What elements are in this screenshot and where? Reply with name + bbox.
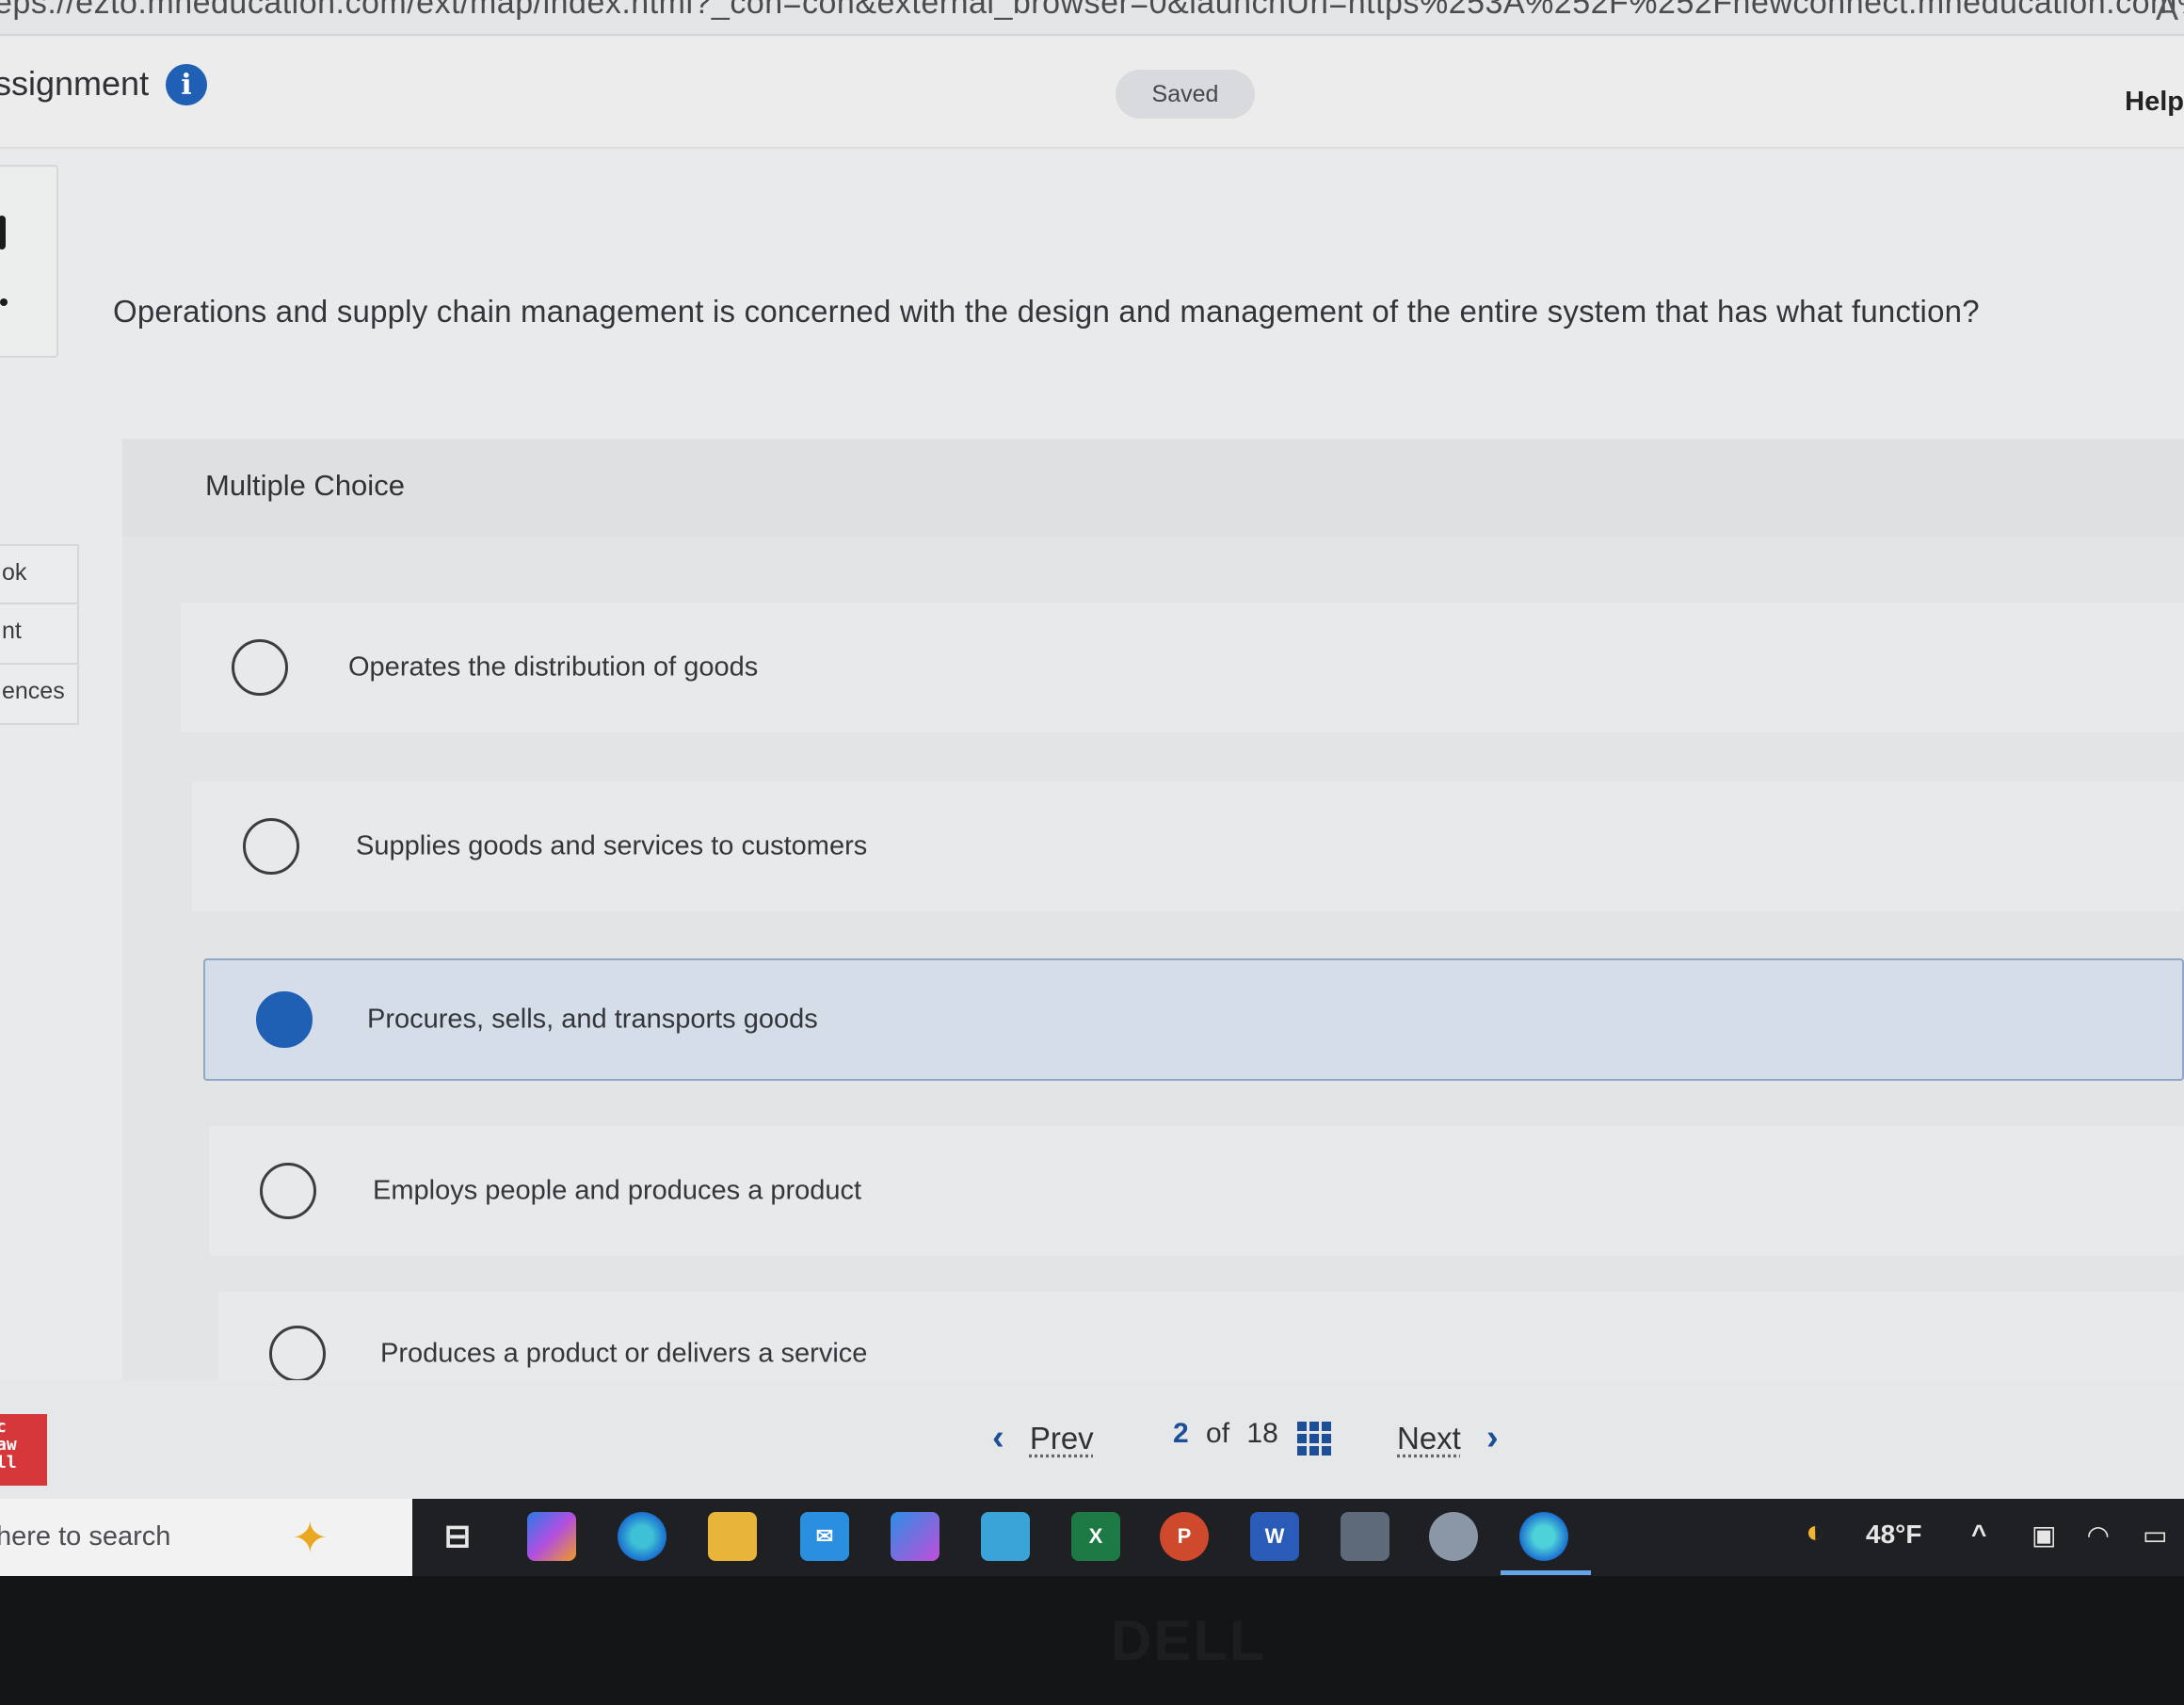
assignment-title: ssignment — [0, 64, 150, 103]
chevron-up-icon[interactable]: ^ — [1971, 1520, 1986, 1550]
radio-button[interactable] — [260, 1163, 316, 1219]
search-placeholder: here to search — [0, 1521, 171, 1552]
pinwheel-icon[interactable] — [1429, 1512, 1478, 1561]
choice-option-4[interactable]: Employs people and produces a product — [209, 1126, 2184, 1256]
choice-option-5[interactable]: Produces a product or delivers a service — [218, 1292, 2184, 1382]
side-tabs: ok nt ences — [0, 544, 79, 725]
edge-active-icon[interactable] — [1519, 1512, 1568, 1561]
monitor-bezel: DELL — [0, 1576, 2184, 1705]
side-tab-references[interactable]: ences — [0, 665, 79, 725]
file-explorer-icon[interactable] — [708, 1512, 757, 1561]
grid-icon — [1297, 1422, 1331, 1456]
chevron-left-icon: ‹ — [992, 1418, 1004, 1457]
question-text: Operations and supply chain management i… — [113, 294, 1980, 329]
sparkle-icon[interactable]: ✦ — [292, 1512, 329, 1563]
side-tab-print[interactable]: nt — [0, 604, 79, 665]
browser-url-bar[interactable]: eps://ezto.mheducation.com/ext/map/index… — [0, 0, 2184, 36]
info-icon[interactable]: i — [166, 64, 207, 105]
taskbar-search-box[interactable]: here to search ✦ — [0, 1499, 412, 1576]
task-view-icon[interactable]: ⊟ — [433, 1512, 482, 1561]
question-type-label: Multiple Choice — [205, 469, 405, 502]
active-app-indicator — [1501, 1570, 1591, 1575]
help-link[interactable]: Help — [2125, 87, 2184, 118]
radio-button[interactable] — [243, 818, 299, 875]
reader-view-icon[interactable]: A — [2156, 0, 2178, 28]
choice-label: Procures, sells, and transports goods — [367, 1004, 818, 1035]
wifi-icon[interactable]: ◠ — [2088, 1520, 2109, 1551]
saved-status-badge: Saved — [1116, 70, 1255, 119]
copilot-icon[interactable] — [527, 1512, 576, 1561]
next-label: Next — [1397, 1421, 1461, 1456]
powerpoint-icon[interactable]: P — [1160, 1512, 1209, 1561]
choice-label: Produces a product or delivers a service — [380, 1338, 868, 1369]
word-icon[interactable]: W — [1250, 1512, 1299, 1561]
monitor-brand-logo: DELL — [1111, 1609, 1266, 1672]
chevron-right-icon: › — [1486, 1418, 1499, 1457]
question-nav-footer: c aw ll ‹ Prev 2 of 18 Next › — [0, 1380, 2184, 1499]
prev-button[interactable]: ‹ Prev — [992, 1418, 1094, 1458]
calculator-icon[interactable] — [1341, 1512, 1389, 1561]
total-pages: 18 — [1246, 1418, 1278, 1449]
excel-icon[interactable]: X — [1071, 1512, 1120, 1561]
mail-icon[interactable]: ✉ — [800, 1512, 849, 1561]
panel-dot — [0, 298, 8, 306]
choice-option-1[interactable]: Operates the distribution of goods — [181, 603, 2184, 732]
choice-label: Operates the distribution of goods — [348, 651, 759, 683]
windows-taskbar: here to search ✦ ⊟ ✉ X P W ◐ 48°F ^ ▣ ◠ … — [0, 1499, 2184, 1576]
battery-icon[interactable]: ▭ — [2143, 1520, 2167, 1551]
tray-app-icon[interactable]: ▣ — [2031, 1520, 2056, 1551]
snipping-tool-icon[interactable] — [981, 1512, 1030, 1561]
question-type-header: Multiple Choice — [122, 439, 2184, 537]
m365-icon[interactable] — [891, 1512, 939, 1561]
radio-button-selected[interactable] — [256, 991, 313, 1048]
weather-temperature[interactable]: 48°F — [1866, 1520, 1921, 1550]
radio-button[interactable] — [269, 1326, 326, 1382]
mcgraw-hill-logo: c aw ll — [0, 1414, 47, 1486]
next-button[interactable]: Next › — [1397, 1418, 1499, 1458]
choice-label: Supplies goods and services to customers — [356, 830, 868, 861]
weather-icon[interactable]: ◐ — [1806, 1514, 1825, 1551]
question-grid-button[interactable] — [1297, 1422, 1331, 1456]
prev-label: Prev — [1029, 1421, 1094, 1456]
panel-marker — [0, 216, 6, 249]
side-tab-ebook[interactable]: ok — [0, 544, 79, 604]
radio-button[interactable] — [232, 639, 288, 696]
question-side-panel — [0, 165, 58, 358]
choice-label: Employs people and produces a product — [373, 1175, 862, 1206]
current-page: 2 — [1173, 1418, 1189, 1449]
page-of: of — [1206, 1418, 1230, 1449]
page-indicator: 2 of 18 — [1173, 1418, 1278, 1450]
url-text[interactable]: eps://ezto.mheducation.com/ext/map/index… — [0, 0, 2184, 22]
assignment-header: ssignment i Saved Help — [0, 38, 2184, 149]
choice-option-2[interactable]: Supplies goods and services to customers — [192, 781, 2184, 911]
choice-option-3[interactable]: Procures, sells, and transports goods — [203, 958, 2184, 1081]
edge-icon[interactable] — [618, 1512, 666, 1561]
